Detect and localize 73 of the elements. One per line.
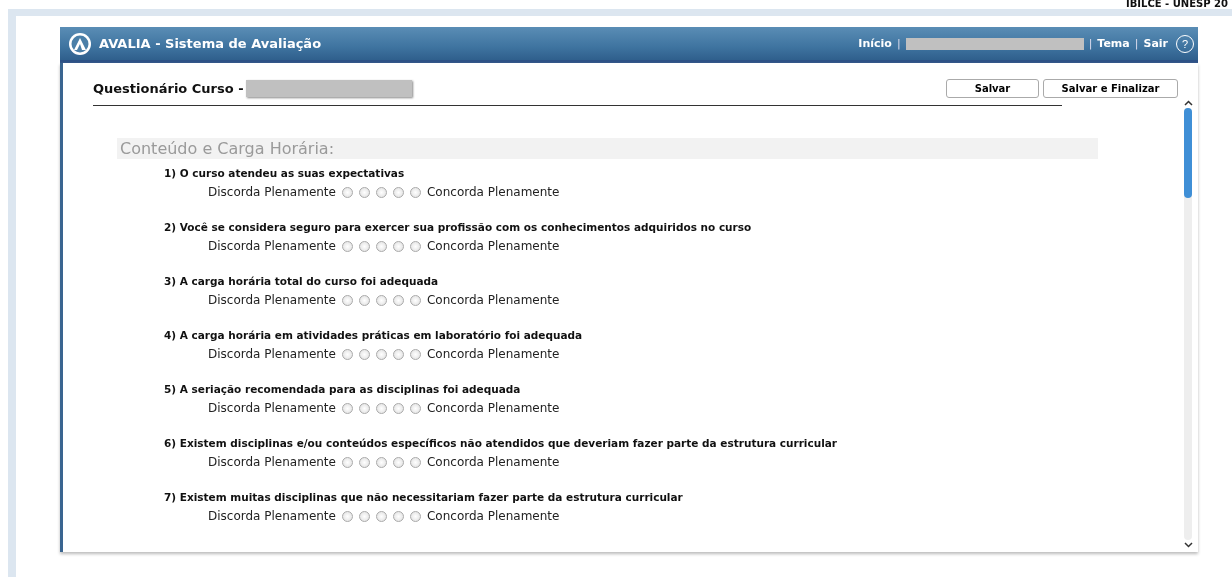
scale-low-label: Discorda Plenamente [208, 239, 336, 253]
radio-button[interactable] [392, 348, 404, 360]
scale-high-label: Concorda Plenamente [426, 239, 560, 253]
scale-high-label: Concorda Plenamente [426, 455, 560, 469]
scroll-down-icon[interactable] [1183, 542, 1193, 548]
separator-text: | [896, 37, 901, 50]
radio-button[interactable] [375, 294, 387, 306]
radio-button[interactable] [375, 186, 387, 198]
scale-high-label: Concorda Plenamente [426, 347, 560, 361]
scroll-up-icon[interactable] [1183, 100, 1193, 106]
radio-button[interactable] [375, 510, 387, 522]
question-text: 6) Existem disciplinas e/ou conteúdos específicos não atendidos que deveriam fazer parte da estrutura curricular [164, 437, 839, 449]
scroll-thumb[interactable] [1184, 108, 1192, 198]
radio-button[interactable] [375, 240, 387, 252]
radio-button[interactable] [392, 456, 404, 468]
radio-button[interactable] [375, 456, 387, 468]
logo-icon [68, 31, 92, 56]
radio-button[interactable] [392, 402, 404, 414]
home-link[interactable]: Início [858, 37, 892, 50]
logout-link[interactable]: Sair [1143, 37, 1168, 50]
scale-high-label: Concorda Plenamente [426, 509, 560, 523]
form-title: Questionário Curso - [93, 81, 244, 96]
scale-low-label: Discorda Plenamente [208, 293, 336, 307]
question-text: 5) A seriação recomendada para as disciplinas foi adequada [164, 383, 522, 395]
scale-high-label: Concorda Plenamente [426, 293, 560, 307]
radio-button[interactable] [392, 294, 404, 306]
scale-low-label: Discorda Plenamente [208, 185, 336, 199]
scale-low-label: Discorda Plenamente [208, 509, 336, 523]
scale-high-label: Concorda Plenamente [426, 401, 560, 415]
scale-high-label: Concorda Plenamente [426, 185, 560, 199]
radio-button[interactable] [358, 402, 370, 414]
radio-button[interactable] [341, 510, 353, 522]
radio-button[interactable] [358, 186, 370, 198]
theme-link[interactable]: Tema [1097, 37, 1130, 50]
radio-button[interactable] [341, 456, 353, 468]
app-title: AVALIA - Sistema de Avaliação [99, 36, 322, 51]
save-button[interactable]: Salvar [946, 79, 1039, 98]
separator-text: | [1088, 37, 1093, 50]
radio-button[interactable] [341, 186, 353, 198]
question-text: 1) O curso atendeu as suas expectativas [164, 167, 406, 179]
radio-button[interactable] [358, 456, 370, 468]
radio-button[interactable] [409, 402, 421, 414]
question-text: 4) A carga horária em atividades práticas em laboratório foi adequada [164, 329, 584, 341]
scale-low-label: Discorda Plenamente [208, 401, 336, 415]
save-finish-button[interactable]: Salvar e Finalizar [1043, 79, 1178, 98]
radio-button[interactable] [375, 402, 387, 414]
radio-button[interactable] [409, 348, 421, 360]
radio-button[interactable] [341, 348, 353, 360]
separator-text: | [1134, 37, 1139, 50]
radio-button[interactable] [341, 240, 353, 252]
scale-low-label: Discorda Plenamente [208, 455, 336, 469]
radio-button[interactable] [341, 402, 353, 414]
question-text: 7) Existem muitas disciplinas que não necessitariam fazer parte da estrutura curricular [164, 491, 684, 503]
radio-button[interactable] [409, 456, 421, 468]
radio-button[interactable] [392, 510, 404, 522]
radio-button[interactable] [358, 294, 370, 306]
question-text: 3) A carga horária total do curso foi adequada [164, 275, 440, 287]
radio-button[interactable] [392, 240, 404, 252]
question-text: 2) Você se considera seguro para exercer sua profissão com os conhecimentos adquiridos no curso [164, 221, 753, 233]
radio-button[interactable] [358, 348, 370, 360]
radio-button[interactable] [341, 294, 353, 306]
radio-button[interactable] [358, 510, 370, 522]
scale-low-label: Discorda Plenamente [208, 347, 336, 361]
radio-button[interactable] [375, 348, 387, 360]
radio-button[interactable] [392, 186, 404, 198]
radio-button[interactable] [409, 240, 421, 252]
radio-button[interactable] [409, 294, 421, 306]
radio-button[interactable] [409, 186, 421, 198]
radio-button[interactable] [409, 510, 421, 522]
section-heading: Conteúdo e Carga Horária: [117, 138, 1098, 159]
scrollbar[interactable] [1182, 100, 1194, 548]
radio-button[interactable] [358, 240, 370, 252]
institution-text: IBILCE - UNESP 20 [1126, 0, 1228, 9]
